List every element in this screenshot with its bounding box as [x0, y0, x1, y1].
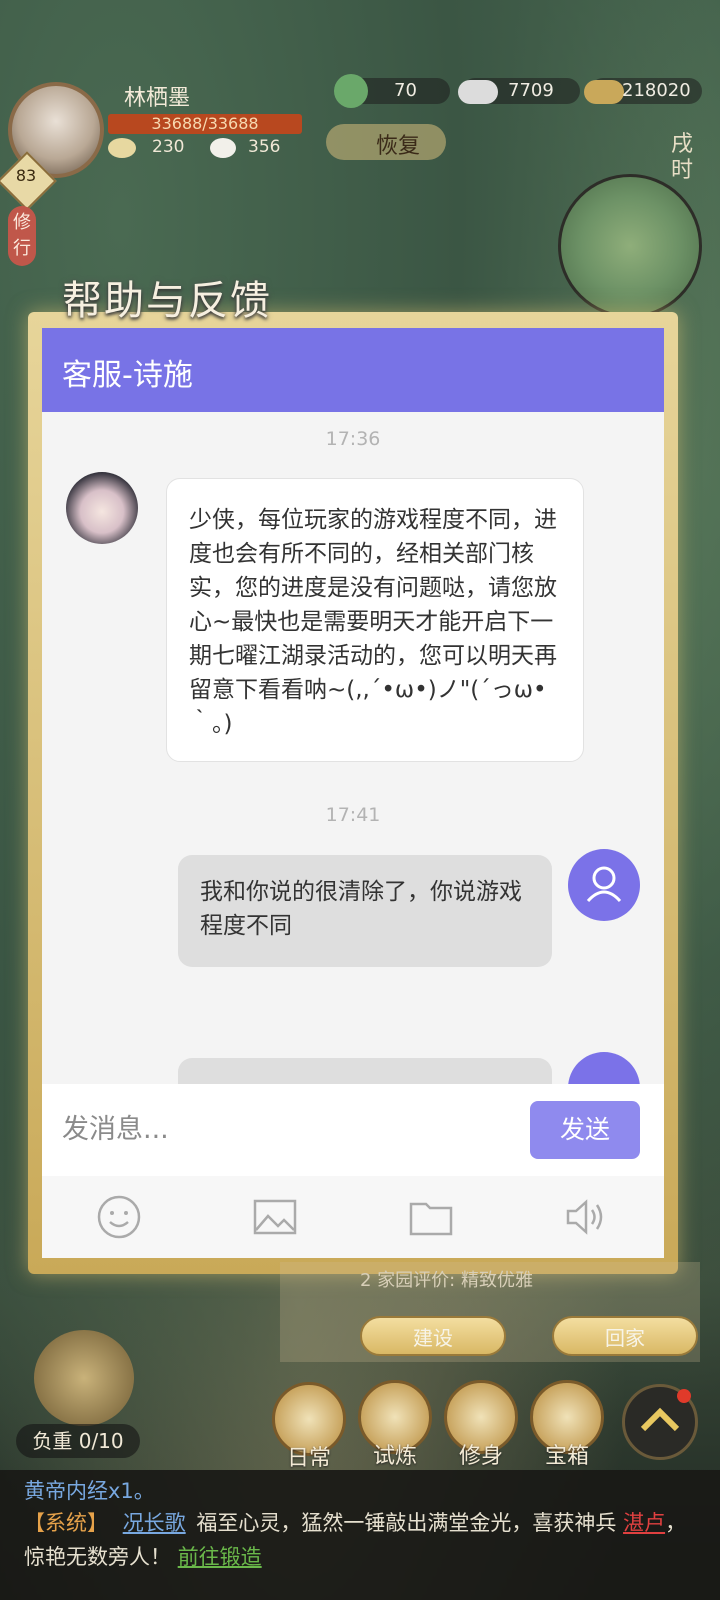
silver-value: 7709 [508, 80, 554, 101]
backpack-icon[interactable] [34, 1330, 134, 1426]
agent-avatar [66, 472, 138, 544]
log-line-2: 【系统】 况长歌 福至心灵，猛然一锤敲出满堂金光，喜获神兵 湛卢，惊艳无数旁人！… [24, 1506, 704, 1574]
timestamp: 17:41 [325, 804, 381, 826]
user-message: 我和你说的很清除了，你说游戏程度不同 [178, 855, 552, 967]
silver-icon [458, 80, 498, 104]
load-label: 负重 0/10 [16, 1424, 140, 1458]
nav-chest[interactable]: 宝箱 [522, 1438, 612, 1470]
jade-icon [334, 74, 368, 108]
user-avatar [568, 849, 640, 921]
send-button[interactable]: 发送 [530, 1101, 640, 1159]
hp-text: 33688/33688 [151, 114, 259, 133]
dialog-title: 帮助与反馈 [62, 278, 272, 324]
tool-bar [42, 1176, 664, 1258]
chat-panel: 客服-诗施 17:36 少侠，每位玩家的游戏程度不同，进度也会有所不同的，经相关… [42, 328, 664, 1258]
log-text: 福至心灵，猛然一锤敲出满堂金光，喜获神兵 [196, 1511, 617, 1535]
minimap[interactable] [558, 174, 702, 318]
speaker-icon[interactable] [560, 1192, 610, 1242]
go-home-button[interactable]: 回家 [552, 1316, 698, 1356]
recover-button[interactable]: 恢复 [326, 124, 446, 160]
stat-b: 356 [248, 137, 281, 157]
item-link[interactable]: 湛卢 [623, 1511, 665, 1535]
log-item-1: 黄帝内经x1。 [24, 1479, 155, 1503]
chat-header: 客服-诗施 [42, 328, 664, 412]
player-name: 林栖墨 [124, 86, 191, 111]
bun-icon [210, 138, 236, 158]
copper-value: 218020 [622, 80, 691, 101]
player-link[interactable]: 况长歌 [123, 1511, 186, 1535]
agent-message: 少侠，每位玩家的游戏程度不同，进度也会有所不同的，经相关部门核实，您的进度是没有… [166, 478, 584, 762]
forge-link[interactable]: 前往锻造 [178, 1545, 262, 1569]
emoji-icon[interactable] [94, 1192, 144, 1242]
log-line-1: 黄帝内经x1。 [24, 1474, 155, 1508]
home-info: 2 家园评价: 精致优雅 [360, 1270, 533, 1291]
image-icon[interactable] [250, 1192, 300, 1242]
nav-daily[interactable]: 日常 [264, 1440, 354, 1472]
side-tag-practice[interactable]: 修行 [8, 206, 36, 266]
message-input[interactable]: 发消息... [62, 1100, 522, 1160]
jade-value: 70 [394, 80, 417, 101]
copper-icon [584, 80, 624, 104]
system-chat-log[interactable]: 黄帝内经x1。 【系统】 况长歌 福至心灵，猛然一锤敲出满堂金光，喜获神兵 湛卢… [0, 1470, 720, 1600]
time-label: 戌时 [670, 132, 693, 183]
bowl-icon [108, 138, 136, 158]
nav-trial[interactable]: 试炼 [350, 1438, 440, 1470]
folder-icon[interactable] [406, 1192, 456, 1242]
stat-a: 230 [152, 137, 185, 157]
build-button[interactable]: 建设 [360, 1316, 506, 1356]
level-text: 83 [15, 166, 37, 185]
expand-menu-button[interactable] [622, 1384, 698, 1460]
go-home-label: 回家 [605, 1326, 645, 1350]
system-tag: 【系统】 [24, 1511, 108, 1535]
build-label: 建设 [413, 1326, 453, 1350]
nav-cultivate[interactable]: 修身 [436, 1438, 526, 1470]
input-bar: 发消息... 发送 [42, 1084, 664, 1176]
recover-label: 恢复 [376, 134, 421, 159]
timestamp: 17:36 [325, 428, 381, 450]
user-icon [586, 866, 622, 903]
notification-dot [677, 1389, 691, 1403]
chat-header-title: 客服-诗施 [62, 358, 193, 393]
